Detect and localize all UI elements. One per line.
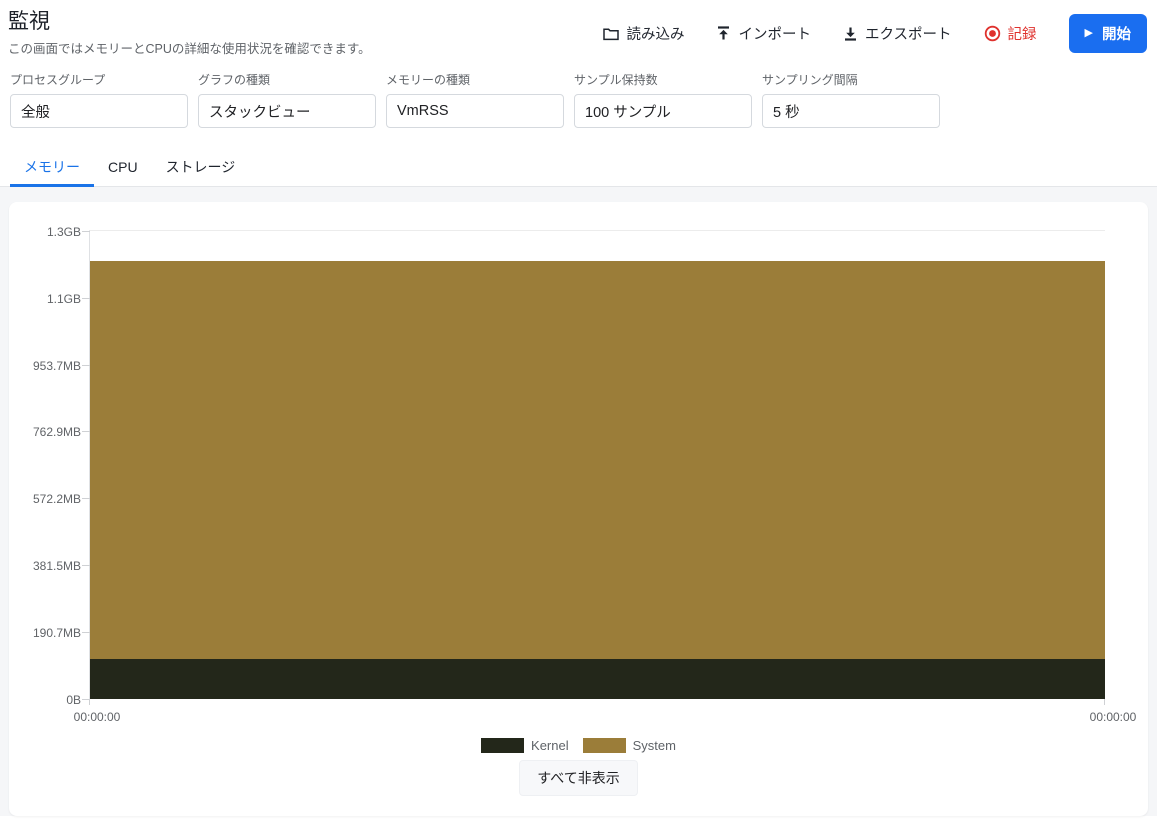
- y-tick-mark: [82, 431, 90, 432]
- graph-type-select[interactable]: スタックビュー: [198, 94, 376, 128]
- upload-icon: [716, 26, 731, 41]
- play-icon: ▶: [1085, 28, 1093, 39]
- download-icon: [843, 26, 858, 41]
- page-subtitle: この画面ではメモリーとCPUの詳細な使用状況を確認できます。: [8, 38, 371, 57]
- field-sample-retention: サンプル保持数 100 サンプル: [574, 71, 752, 128]
- start-button[interactable]: ▶ 開始: [1069, 14, 1147, 53]
- y-tick-label: 762.9MB: [33, 425, 81, 439]
- y-tick-label: 0B: [66, 693, 81, 707]
- tab-cpu[interactable]: CPU: [94, 150, 152, 187]
- area-system: [90, 261, 1105, 659]
- field-memory-type: メモリーの種類 VmRSS: [386, 71, 564, 128]
- start-button-label: 開始: [1102, 23, 1131, 44]
- x-axis-end-label: 00:00:00: [1090, 710, 1137, 724]
- area-kernel: [90, 659, 1105, 699]
- chart-card: 0B 190.7MB 381.5MB 572.2MB 762.9MB 953.7MB 1.1…: [9, 202, 1148, 816]
- y-tick-mark: [82, 231, 90, 232]
- hide-all-wrap: すべて非表示: [9, 760, 1148, 796]
- x-axis-start-label: 00:00:00: [74, 710, 121, 724]
- chart-legend: Kernel System: [9, 738, 1148, 753]
- sample-retention-label: サンプル保持数: [574, 71, 752, 88]
- tab-memory[interactable]: メモリー: [10, 150, 94, 187]
- memory-usage-chart: 0B 190.7MB 381.5MB 572.2MB 762.9MB 953.7MB 1.1…: [9, 202, 1148, 724]
- export-button[interactable]: エクスポート: [843, 23, 952, 44]
- y-tick-mark: [82, 565, 90, 566]
- legend-item-kernel[interactable]: Kernel: [481, 738, 569, 753]
- hide-all-button[interactable]: すべて非表示: [519, 760, 637, 796]
- y-tick-label: 1.3GB: [47, 225, 81, 239]
- y-tick-mark: [82, 498, 90, 499]
- process-group-label: プロセスグループ: [10, 71, 188, 88]
- kernel-swatch: [481, 738, 524, 753]
- y-tick-label: 1.1GB: [47, 292, 81, 306]
- sampling-interval-select[interactable]: 5 秒: [762, 94, 940, 128]
- sample-retention-select[interactable]: 100 サンプル: [574, 94, 752, 128]
- record-button[interactable]: 記録: [984, 23, 1037, 44]
- field-graph-type: グラフの種類 スタックビュー: [198, 71, 376, 128]
- tab-bar: メモリー CPU ストレージ: [0, 150, 1157, 187]
- process-group-select[interactable]: 全般: [10, 94, 188, 128]
- system-legend-label: System: [633, 738, 676, 753]
- y-tick-label: 572.2MB: [33, 492, 81, 506]
- y-tick-mark: [82, 365, 90, 366]
- sampling-interval-label: サンプリング間隔: [762, 71, 940, 88]
- export-button-label: エクスポート: [865, 23, 952, 44]
- x-tick-mark: [89, 699, 90, 705]
- y-tick-label: 190.7MB: [33, 626, 81, 640]
- legend-item-system[interactable]: System: [583, 738, 676, 753]
- filters-row: プロセスグループ 全般 グラフの種類 スタックビュー メモリーの種類 VmRSS…: [0, 57, 1157, 128]
- monitoring-page: 監視 この画面ではメモリーとCPUの詳細な使用状況を確認できます。 読み込み イ…: [0, 0, 1157, 816]
- y-tick-label: 381.5MB: [33, 559, 81, 573]
- field-sampling-interval: サンプリング間隔 5 秒: [762, 71, 940, 128]
- system-swatch: [583, 738, 626, 753]
- kernel-legend-label: Kernel: [531, 738, 569, 753]
- content-area: 0B 190.7MB 381.5MB 572.2MB 762.9MB 953.7MB 1.1…: [0, 187, 1157, 816]
- record-button-label: 記録: [1008, 23, 1037, 44]
- plot-area: 0B190.7MB381.5MB572.2MB762.9MB953.7MB1.1…: [89, 230, 1105, 699]
- memory-type-select[interactable]: VmRSS: [386, 94, 564, 128]
- graph-type-label: グラフの種類: [198, 71, 376, 88]
- import-button-label: インポート: [738, 23, 811, 44]
- folder-icon: [603, 27, 619, 41]
- import-button[interactable]: インポート: [716, 23, 811, 44]
- y-tick-mark: [82, 632, 90, 633]
- record-icon: [984, 25, 1001, 42]
- y-tick-label: 953.7MB: [33, 359, 81, 373]
- x-tick-mark: [1104, 699, 1105, 705]
- y-tick-mark: [82, 298, 90, 299]
- load-button[interactable]: 読み込み: [603, 23, 684, 44]
- tab-storage[interactable]: ストレージ: [152, 150, 250, 187]
- load-button-label: 読み込み: [626, 23, 684, 44]
- header-titles: 監視 この画面ではメモリーとCPUの詳細な使用状況を確認できます。: [8, 8, 371, 57]
- field-process-group: プロセスグループ 全般: [10, 71, 188, 128]
- page-title: 監視: [8, 8, 371, 35]
- page-header: 監視 この画面ではメモリーとCPUの詳細な使用状況を確認できます。 読み込み イ…: [0, 0, 1157, 57]
- memory-type-label: メモリーの種類: [386, 71, 564, 88]
- header-actions: 読み込み インポート エクスポート 記録 ▶: [603, 14, 1147, 53]
